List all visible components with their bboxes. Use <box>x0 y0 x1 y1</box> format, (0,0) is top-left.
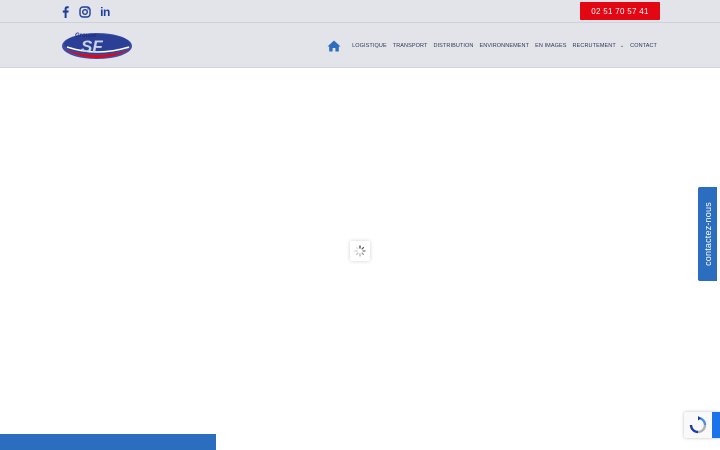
linkedin-text: in <box>100 4 110 19</box>
nav-item-label: EN IMAGES <box>535 42 567 49</box>
nav-item-label: RECRUTEMENT <box>572 42 616 49</box>
spinner-icon <box>354 245 366 257</box>
top-bar: in 02 51 70 57 41 <box>0 0 720 23</box>
nav-item-label: DISTRIBUTION <box>433 42 474 49</box>
nav-item-label: ENVIRONNEMENT <box>479 42 530 49</box>
site-header: Groupe SF LOGISTIQUE TRANSPORT DISTRIBUT… <box>0 23 720 68</box>
nav-item-logistique[interactable]: LOGISTIQUE <box>352 43 387 49</box>
nav-item-environnement[interactable]: ENVIRONNEMENT <box>479 43 529 49</box>
home-icon[interactable] <box>327 39 341 52</box>
main-nav: LOGISTIQUE TRANSPORT DISTRIBUTION ENVIRO… <box>327 23 657 68</box>
instagram-icon[interactable] <box>77 4 93 19</box>
recaptcha-badge[interactable] <box>684 412 720 438</box>
recaptcha-privacy-strip <box>712 412 720 438</box>
logo[interactable]: Groupe SF <box>59 27 135 63</box>
nav-item-label: TRANSPORT <box>392 42 428 49</box>
nav-item-label: LOGISTIQUE <box>352 42 387 49</box>
phone-button[interactable]: 02 51 70 57 41 <box>580 2 660 20</box>
logo-text-main: SF <box>81 37 103 56</box>
contact-tab-label: contactez-nous <box>702 202 713 266</box>
nav-item-transport[interactable]: TRANSPORT <box>393 43 428 49</box>
bottom-banner[interactable] <box>0 434 216 450</box>
recaptcha-icon <box>689 416 707 434</box>
contact-tab-button[interactable]: contactez-nous <box>698 187 717 281</box>
nav-item-contact[interactable]: CONTACT <box>630 43 657 49</box>
chevron-down-icon: ⌄ <box>619 42 625 49</box>
nav-item-label: CONTACT <box>630 42 657 49</box>
nav-item-recrutement[interactable]: RECRUTEMENT ⌄ <box>573 43 625 49</box>
nav-item-distribution[interactable]: DISTRIBUTION <box>433 43 473 49</box>
nav-item-en-images[interactable]: EN IMAGES <box>535 43 566 49</box>
facebook-icon[interactable] <box>57 4 73 19</box>
linkedin-icon[interactable]: in <box>97 4 113 19</box>
page: in 02 51 70 57 41 Groupe SF LOGISTIQUE T… <box>0 0 720 450</box>
loading-spinner <box>350 241 370 261</box>
